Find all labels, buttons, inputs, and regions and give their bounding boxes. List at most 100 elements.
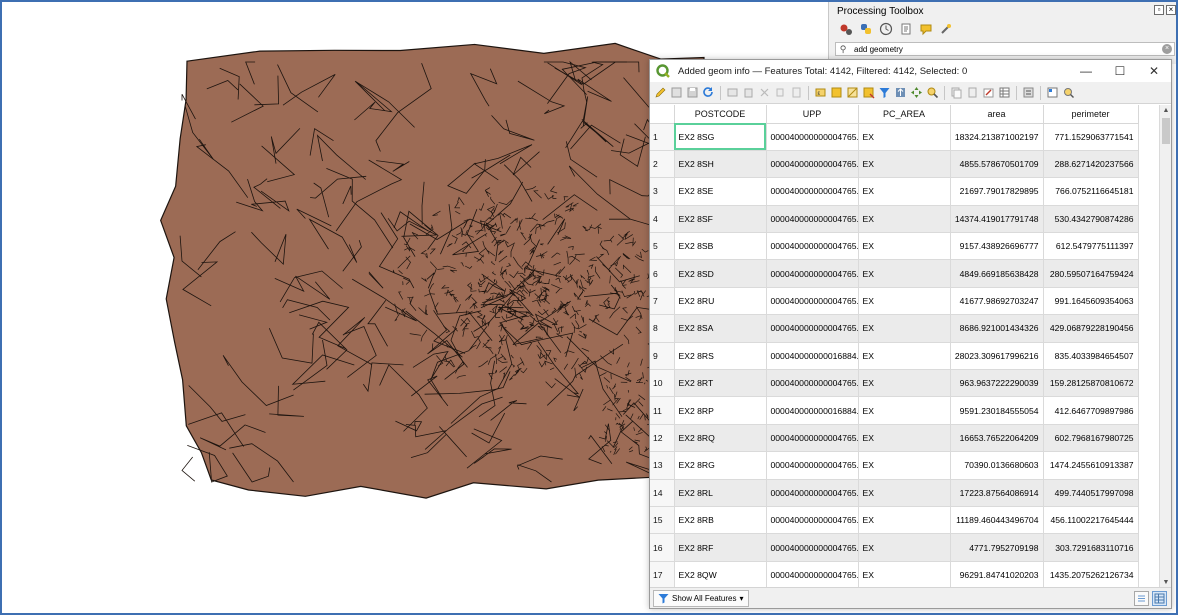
row-number[interactable]: 16: [650, 533, 675, 562]
column-header-perimeter[interactable]: perimeter: [1043, 105, 1139, 124]
table-cell[interactable]: EX2 8SA: [674, 314, 767, 343]
history-icon[interactable]: [879, 22, 893, 36]
table-cell[interactable]: EX2 8SF: [674, 205, 767, 234]
table-cell[interactable]: EX: [858, 177, 951, 206]
table-row[interactable]: 10 EX2 8RT 000040000000004765... EX 963.9637…: [650, 369, 1139, 398]
table-row[interactable]: 14 EX2 8RL 000040000000004765... EX 17223.87…: [650, 479, 1139, 507]
table-cell[interactable]: 14374.419017791748: [950, 205, 1044, 234]
table-cell[interactable]: 96291.84741020203: [950, 561, 1044, 589]
table-cell[interactable]: EX: [858, 259, 951, 288]
row-number[interactable]: 5: [650, 232, 675, 261]
table-cell[interactable]: 9157.438926696777: [950, 232, 1044, 261]
table-cell[interactable]: 991.1645609354063: [1043, 287, 1139, 316]
table-cell[interactable]: EX2 8SE: [674, 177, 767, 206]
table-cell[interactable]: EX: [858, 205, 951, 234]
table-cell[interactable]: EX: [858, 396, 951, 425]
attribute-table-grid[interactable]: POSTCODE UPP PC_AREA area perimeter 1 EX2 8SG…: [650, 105, 1161, 589]
table-cell[interactable]: 4855.578670501709: [950, 150, 1044, 179]
scrollbar-thumb[interactable]: [1162, 118, 1170, 144]
table-row[interactable]: 8 EX2 8SA 000040000000004765... EX 8686.9210…: [650, 314, 1139, 343]
options-icon[interactable]: [939, 22, 953, 36]
corner-header[interactable]: [650, 105, 675, 124]
table-cell[interactable]: EX2 8SH: [674, 150, 767, 179]
row-number[interactable]: 12: [650, 424, 675, 453]
reload-icon[interactable]: [702, 86, 715, 99]
table-row[interactable]: 13 EX2 8RG 000040000000004765... EX 70390.01…: [650, 451, 1139, 480]
table-cell[interactable]: 28023.309617996216: [950, 342, 1044, 371]
table-cell[interactable]: 000040000000004765...: [766, 369, 859, 398]
table-cell[interactable]: 000040000000016884...: [766, 342, 859, 371]
save-icon[interactable]: [686, 86, 699, 99]
row-number[interactable]: 6: [650, 259, 675, 288]
table-cell[interactable]: EX2 8RB: [674, 506, 767, 535]
table-cell[interactable]: 4849.669185638428: [950, 259, 1044, 288]
table-cell[interactable]: 602.7968167980725: [1043, 424, 1139, 453]
select-all-icon[interactable]: [830, 86, 843, 99]
table-cell[interactable]: 963.9637222290039: [950, 369, 1044, 398]
table-cell[interactable]: 4771.7952709198: [950, 533, 1044, 562]
minimize-button[interactable]: —: [1069, 60, 1103, 82]
table-cell[interactable]: 456.11002217645444: [1043, 506, 1139, 535]
table-cell[interactable]: 17223.87564086914: [950, 479, 1044, 507]
row-number[interactable]: 15: [650, 506, 675, 535]
table-cell[interactable]: 000040000000004765...: [766, 205, 859, 234]
delete-field-icon[interactable]: [982, 86, 995, 99]
close-panel-icon[interactable]: ×: [1166, 5, 1176, 15]
table-cell[interactable]: 1474.2455610913387: [1043, 451, 1139, 480]
table-row[interactable]: 6 EX2 8SD 000040000000004765... EX 4849.6691…: [650, 259, 1139, 288]
table-cell[interactable]: EX: [858, 451, 951, 480]
deselect-icon[interactable]: [862, 86, 875, 99]
cut-icon[interactable]: [758, 86, 771, 99]
table-cell[interactable]: 159.28125870810672: [1043, 369, 1139, 398]
table-cell[interactable]: 41677.98692703247: [950, 287, 1044, 316]
float-panel-icon[interactable]: ▫: [1154, 5, 1164, 15]
table-cell[interactable]: 000040000000004765...: [766, 287, 859, 316]
table-cell[interactable]: EX2 8RP: [674, 396, 767, 425]
table-row[interactable]: 16 EX2 8RF 000040000000004765... EX 4771.795…: [650, 533, 1139, 562]
vertical-scrollbar[interactable]: ▲ ▼: [1159, 105, 1171, 589]
table-cell[interactable]: 8686.921001434326: [950, 314, 1044, 343]
row-number[interactable]: 2: [650, 150, 675, 179]
table-row[interactable]: 3 EX2 8SE 000040000000004765... EX 21697.790…: [650, 177, 1139, 206]
table-cell[interactable]: 000040000000004765...: [766, 150, 859, 179]
zoom-icon[interactable]: [926, 86, 939, 99]
table-cell[interactable]: 000040000000004765...: [766, 561, 859, 589]
table-row[interactable]: 4 EX2 8SF 000040000000004765... EX 14374.419…: [650, 205, 1139, 234]
row-number[interactable]: 8: [650, 314, 675, 343]
close-button[interactable]: ✕: [1137, 60, 1171, 82]
gears-icon[interactable]: [839, 22, 853, 36]
table-cell[interactable]: 000040000000004765...: [766, 506, 859, 535]
paste-rows-icon[interactable]: [966, 86, 979, 99]
table-cell[interactable]: EX: [858, 342, 951, 371]
row-number[interactable]: 9: [650, 342, 675, 371]
table-cell[interactable]: EX: [858, 424, 951, 453]
table-cell[interactable]: 303.7291683110716: [1043, 533, 1139, 562]
row-number[interactable]: 3: [650, 177, 675, 206]
paste-icon[interactable]: [790, 86, 803, 99]
delete-feature-icon[interactable]: [742, 86, 755, 99]
copy-rows-icon[interactable]: [950, 86, 963, 99]
table-cell[interactable]: 530.4342790874286: [1043, 205, 1139, 234]
table-cell[interactable]: EX: [858, 369, 951, 398]
table-row[interactable]: 7 EX2 8RU 000040000000004765... EX 41677.986…: [650, 287, 1139, 316]
copy-icon[interactable]: [774, 86, 787, 99]
add-feature-icon[interactable]: [726, 86, 739, 99]
table-cell[interactable]: 000040000000004765...: [766, 123, 859, 151]
table-cell[interactable]: EX: [858, 506, 951, 535]
postcode-polygons-layer[interactable]: [160, 42, 705, 499]
row-number[interactable]: 13: [650, 451, 675, 480]
table-cell[interactable]: 000040000000016884...: [766, 396, 859, 425]
table-row[interactable]: 1 EX2 8SG 000040000000004765... EX 18324.213…: [650, 123, 1139, 151]
actions-icon[interactable]: [1062, 86, 1075, 99]
table-cell[interactable]: 835.4033984654507: [1043, 342, 1139, 371]
row-number[interactable]: 10: [650, 369, 675, 398]
table-cell[interactable]: 18324.213871002197: [950, 123, 1044, 151]
row-number[interactable]: 11: [650, 396, 675, 425]
conditional-format-icon[interactable]: [1046, 86, 1059, 99]
table-cell[interactable]: EX2 8SB: [674, 232, 767, 261]
table-row[interactable]: 11 EX2 8RP 000040000000016884... EX 9591.230…: [650, 396, 1139, 425]
table-cell[interactable]: EX2 8SG: [674, 123, 767, 151]
table-cell[interactable]: 000040000000004765...: [766, 533, 859, 562]
table-cell[interactable]: EX2 8SD: [674, 259, 767, 288]
row-number[interactable]: 14: [650, 479, 675, 507]
